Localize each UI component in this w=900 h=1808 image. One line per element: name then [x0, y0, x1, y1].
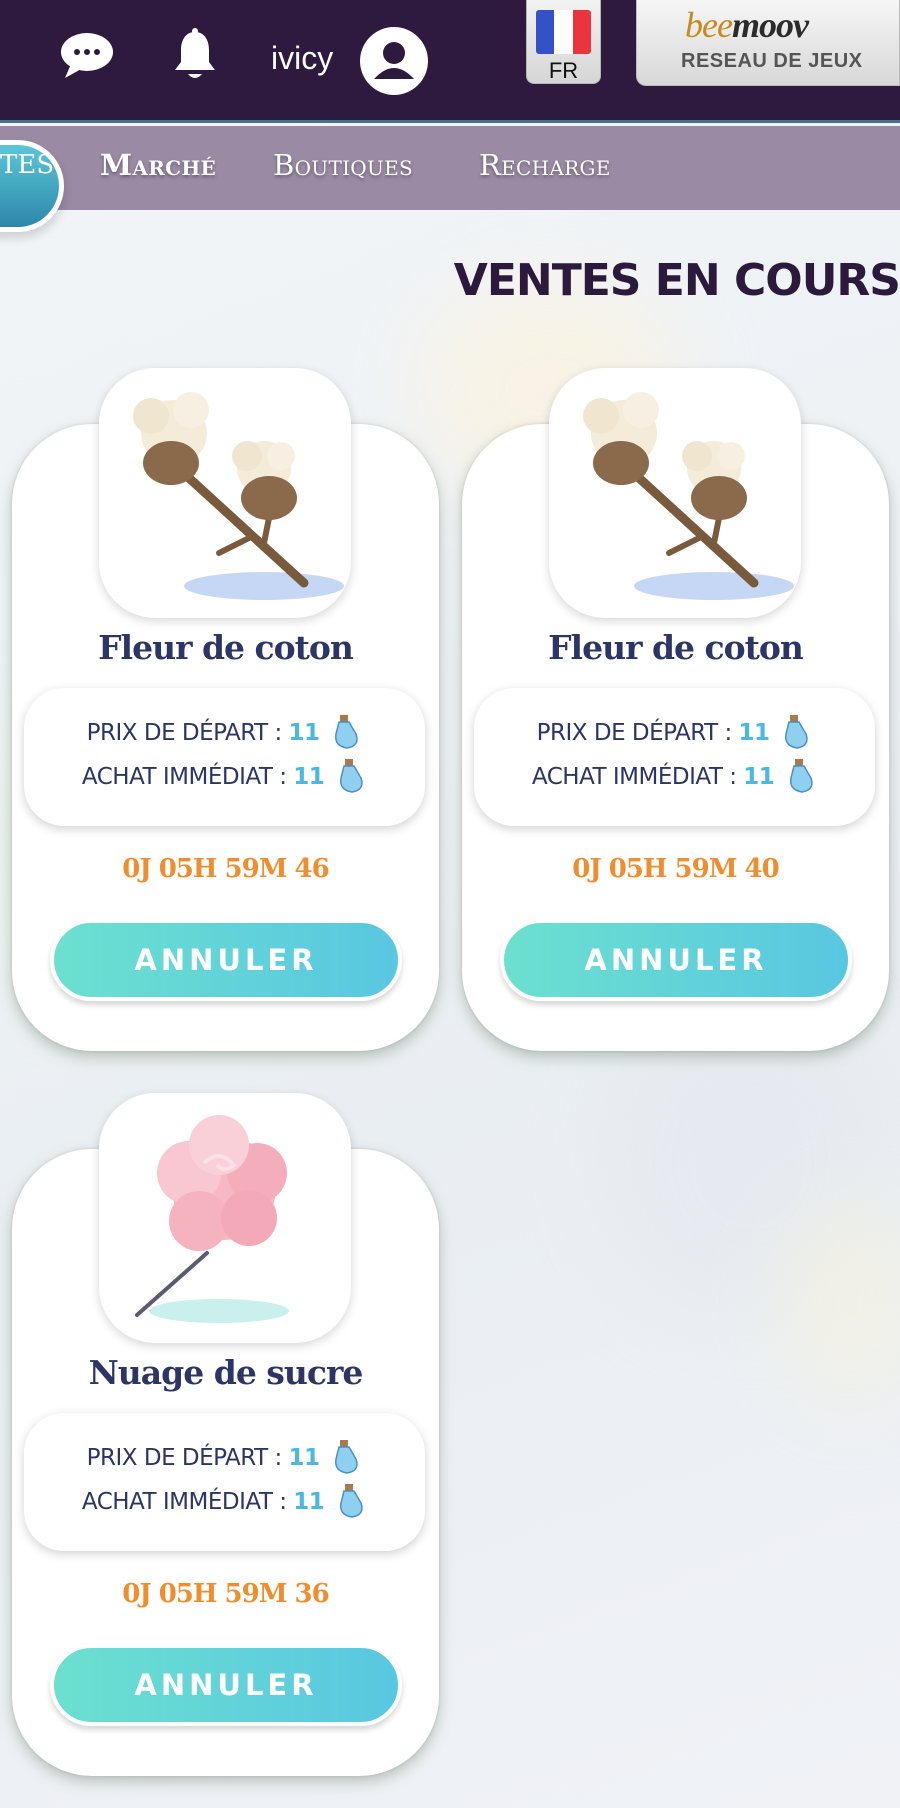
- item-name: Nuage de sucre: [88, 1353, 364, 1392]
- time-remaining: 0J 05H 59M 36: [122, 1579, 329, 1609]
- item-name: Fleur de coton: [98, 628, 354, 667]
- time-remaining: 0J 05H 59M 46: [122, 854, 329, 884]
- start-price-label: PRIX DE DÉPART :: [86, 720, 283, 746]
- price-box: PRIX DE DÉPART : 11 ACHAT IMMÉDIAT : 11: [24, 1413, 425, 1551]
- item-image: [549, 368, 801, 618]
- language-code: FR: [548, 58, 579, 83]
- cotton-candy-icon: [135, 1115, 289, 1323]
- cotton-flower-icon: [583, 392, 794, 600]
- cancel-button[interactable]: ANNULER: [50, 919, 402, 1001]
- buyout-price-label: ACHAT IMMÉDIAT :: [81, 764, 287, 790]
- brand-tagline: RESEAU DE JEUX: [681, 50, 863, 72]
- nav-item-boutiques[interactable]: Boutiques: [273, 148, 413, 182]
- buyout-price-row: ACHAT IMMÉDIAT : 11: [474, 758, 875, 796]
- time-remaining: 0J 05H 59M 40: [572, 854, 779, 884]
- chat-icon[interactable]: [59, 30, 115, 80]
- avatar-icon[interactable]: [360, 27, 428, 95]
- potion-icon: [335, 1440, 359, 1474]
- potion-icon: [335, 715, 359, 749]
- start-price-row: PRIX DE DÉPART : 11: [24, 714, 425, 752]
- username[interactable]: ivicy: [271, 40, 333, 77]
- nav-item-marche[interactable]: Marché: [100, 148, 216, 182]
- buyout-price-value: 11: [743, 764, 775, 790]
- item-image: [99, 1093, 351, 1343]
- listing-card: Nuage de sucre PRIX DE DÉPART : 11 ACHAT…: [12, 1093, 439, 1776]
- page-title: VENTES EN COURS: [453, 255, 900, 306]
- start-price-row: PRIX DE DÉPART : 11: [24, 1439, 425, 1477]
- item-name: Fleur de coton: [548, 628, 804, 667]
- background-glow: [780, 1200, 900, 1400]
- cancel-button[interactable]: ANNULER: [500, 919, 852, 1001]
- buyout-price-row: ACHAT IMMÉDIAT : 11: [24, 1483, 425, 1521]
- brand-logo[interactable]: beemoov RESEAU DE JEUX: [636, 0, 900, 86]
- buyout-price-label: ACHAT IMMÉDIAT :: [81, 1489, 287, 1515]
- price-box: PRIX DE DÉPART : 11 ACHAT IMMÉDIAT : 11: [24, 688, 425, 826]
- top-bar: ivicy FR beemoov RESEAU DE JEUX: [0, 0, 900, 123]
- nav-item-active-label: TES: [0, 150, 55, 180]
- buyout-price-label: ACHAT IMMÉDIAT :: [531, 764, 737, 790]
- language-selector[interactable]: FR: [526, 0, 601, 84]
- cotton-flower-icon: [133, 392, 344, 600]
- nav-item-recharge[interactable]: Recharge: [479, 148, 611, 182]
- start-price-row: PRIX DE DÉPART : 11: [474, 714, 875, 752]
- start-price-value: 11: [738, 720, 771, 746]
- start-price-label: PRIX DE DÉPART :: [536, 720, 733, 746]
- price-box: PRIX DE DÉPART : 11 ACHAT IMMÉDIAT : 11: [474, 688, 875, 826]
- buyout-price-value: 11: [293, 764, 325, 790]
- listing-card: Fleur de coton PRIX DE DÉPART : 11 ACHAT…: [462, 368, 889, 1051]
- buyout-price-value: 11: [293, 1489, 325, 1515]
- potion-icon: [790, 759, 813, 793]
- flag-fr-icon: [536, 10, 591, 54]
- potion-icon: [340, 759, 363, 793]
- bell-icon[interactable]: [172, 28, 218, 82]
- cancel-button[interactable]: ANNULER: [50, 1644, 402, 1726]
- start-price-label: PRIX DE DÉPART :: [86, 1445, 283, 1471]
- start-price-value: 11: [288, 720, 321, 746]
- buyout-price-row: ACHAT IMMÉDIAT : 11: [24, 758, 425, 796]
- potion-icon: [340, 1484, 363, 1518]
- item-image: [99, 368, 351, 618]
- brand-logo-text: beemoov: [685, 5, 809, 45]
- listing-card: Fleur de coton PRIX DE DÉPART : 11 ACHAT…: [12, 368, 439, 1051]
- potion-icon: [785, 715, 809, 749]
- start-price-value: 11: [288, 1445, 321, 1471]
